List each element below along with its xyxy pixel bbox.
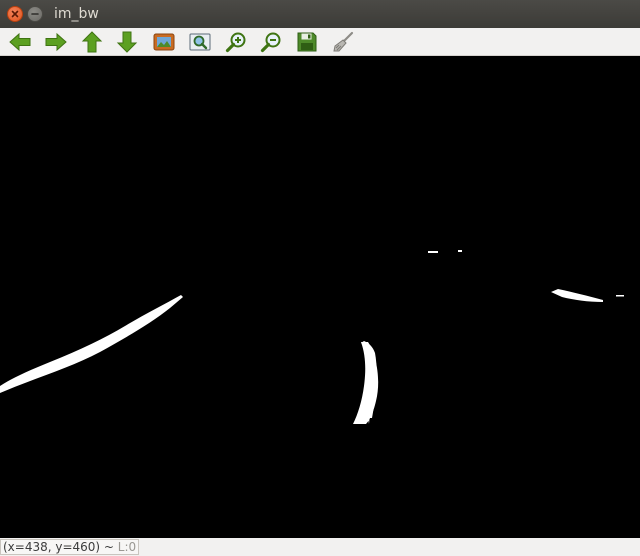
toolbar	[0, 28, 640, 56]
zoom-out-icon	[260, 32, 281, 53]
lane-mark-right	[551, 289, 603, 302]
pan-left-button[interactable]	[7, 30, 33, 54]
zoom-in-button[interactable]	[223, 30, 249, 54]
title-bar[interactable]: im_bw	[0, 0, 640, 28]
lane-mark-right-tip	[616, 295, 624, 297]
minimize-icon	[31, 13, 39, 15]
speck-far-2	[458, 250, 462, 252]
zoom-fit-icon	[189, 33, 211, 51]
image-icon	[153, 33, 175, 51]
arrow-down-icon	[116, 31, 138, 53]
zoom-in-icon	[225, 32, 246, 53]
lane-mark-left	[0, 295, 183, 393]
zoom-out-button[interactable]	[258, 30, 284, 54]
status-bar: (x=438, y=460) ~ L:0	[0, 538, 640, 556]
zoom-fit-button[interactable]	[187, 30, 213, 54]
cursor-coordinates: (x=438, y=460) ~	[3, 540, 118, 554]
level-readout: L:0	[117, 540, 137, 554]
save-button[interactable]	[294, 30, 320, 54]
arrow-up-icon	[81, 31, 103, 53]
minimize-button[interactable]	[27, 6, 43, 22]
arrow-right-icon	[45, 32, 67, 52]
image-viewer-window: im_bw (x=438, y=460) ~ L:0	[0, 0, 640, 556]
arrow-left-icon	[9, 32, 31, 52]
close-icon	[11, 10, 19, 18]
close-button[interactable]	[7, 6, 23, 22]
image-canvas[interactable]	[0, 56, 640, 538]
pan-right-button[interactable]	[43, 30, 69, 54]
floppy-icon	[297, 32, 317, 52]
status-readout: (x=438, y=460) ~ L:0	[0, 539, 140, 555]
binary-image	[0, 250, 624, 424]
pan-up-button[interactable]	[79, 30, 105, 54]
brush-icon	[333, 31, 354, 52]
properties-button[interactable]	[330, 30, 356, 54]
speck-far-1	[428, 251, 438, 253]
window-title: im_bw	[54, 6, 99, 22]
zoom-original-button[interactable]	[151, 30, 177, 54]
pan-down-button[interactable]	[114, 30, 140, 54]
